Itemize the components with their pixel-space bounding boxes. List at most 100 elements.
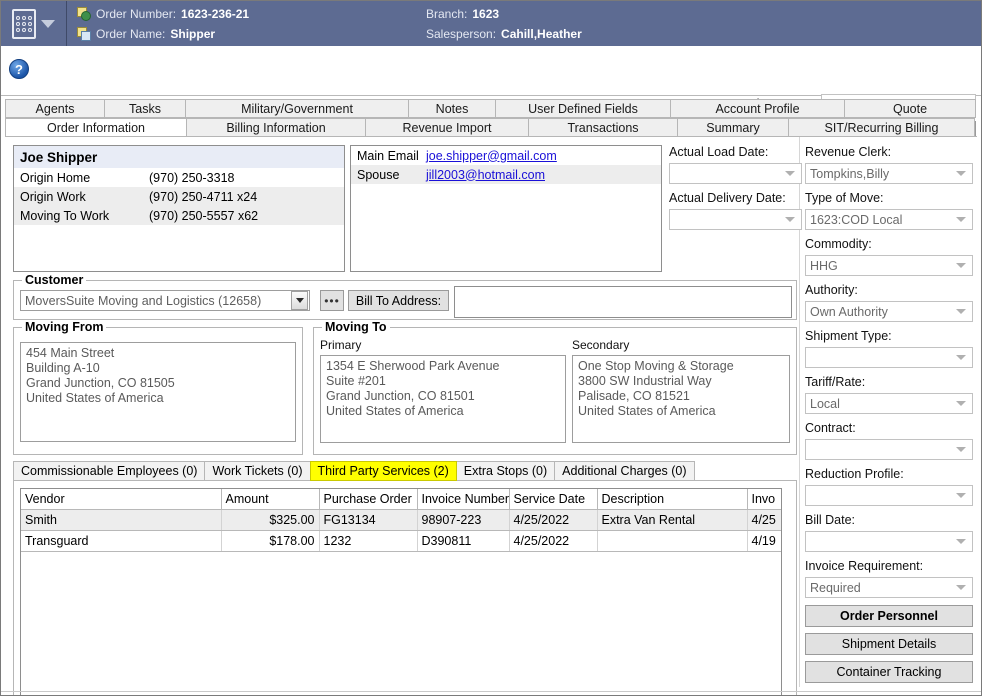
commodity-value: HHG — [810, 259, 838, 273]
third-party-services-grid: Vendor Amount Purchase Order Invoice Num… — [20, 488, 782, 696]
tariff-rate-select[interactable]: Local — [805, 393, 973, 414]
column-header-description[interactable]: Description — [597, 489, 747, 509]
tab-revenue-import[interactable]: Revenue Import — [365, 118, 529, 137]
actual-load-date-input[interactable] — [669, 163, 802, 184]
tab-summary[interactable]: Summary — [677, 118, 789, 137]
tab-user-defined-fields[interactable]: User Defined Fields — [495, 99, 671, 118]
order-number-label: Order Number: — [96, 7, 176, 21]
tab-additional-charges[interactable]: Additional Charges (0) — [554, 461, 694, 481]
tab-commissionable-employees[interactable]: Commissionable Employees (0) — [13, 461, 205, 481]
tab-billing-information[interactable]: Billing Information — [186, 118, 366, 137]
invoice-requirement-select[interactable]: Required — [805, 577, 973, 598]
phone-row: Origin Home (970) 250-3318 — [14, 168, 344, 187]
shipment-details-button[interactable]: Shipment Details — [805, 633, 973, 655]
tab-transactions[interactable]: Transactions — [528, 118, 678, 137]
commodity-select[interactable]: HHG — [805, 255, 973, 276]
moving-from-address[interactable]: 454 Main Street Building A-10 Grand Junc… — [20, 342, 296, 442]
authority-select[interactable]: Own Authority — [805, 301, 973, 322]
order-personnel-button[interactable]: Order Personnel — [805, 605, 973, 627]
order-identity: Order Number: 1623-236-21 Order Name: Sh… — [67, 1, 249, 46]
reduction-profile-select[interactable] — [805, 485, 973, 506]
bill-date-input[interactable] — [805, 531, 973, 552]
contract-label: Contract: — [805, 421, 973, 437]
shipment-type-select[interactable] — [805, 347, 973, 368]
tab-military-government[interactable]: Military/Government — [185, 99, 409, 118]
bill-to-address-button[interactable]: Bill To Address: — [348, 290, 449, 311]
phone-value: (970) 250-4711 x24 — [149, 190, 344, 204]
commodity-label: Commodity: — [805, 237, 973, 253]
chevron-down-icon — [956, 401, 966, 406]
tab-work-tickets[interactable]: Work Tickets (0) — [204, 461, 310, 481]
salesperson-value: Cahill,Heather — [501, 27, 582, 41]
bill-to-address-field[interactable] — [454, 286, 792, 318]
chevron-down-icon — [956, 309, 966, 314]
branch-label: Branch: — [426, 7, 467, 21]
detail-tab-strip: Commissionable Employees (0) Work Ticket… — [13, 461, 797, 481]
type-of-move-select[interactable]: 1623:COD Local — [805, 209, 973, 230]
app-menu[interactable] — [1, 1, 67, 46]
contract-select[interactable] — [805, 439, 973, 460]
email-value[interactable]: jill2003@hotmail.com — [426, 168, 545, 182]
table-row[interactable]: Smith $325.00 FG13134 98907-223 4/25/202… — [21, 509, 782, 530]
tab-sit-recurring-billing[interactable]: SIT/Recurring Billing — [788, 118, 975, 137]
revenue-clerk-select[interactable]: Tompkins,Billy — [805, 163, 973, 184]
container-tracking-button[interactable]: Container Tracking — [805, 661, 973, 683]
column-header-invoice-number[interactable]: Invoice Number — [417, 489, 509, 509]
column-header-purchase-order[interactable]: Purchase Order — [319, 489, 417, 509]
tab-tasks[interactable]: Tasks — [104, 99, 186, 118]
order-information-panel: Joe Shipper Origin Home (970) 250-3318 O… — [5, 137, 977, 693]
tab-account-profile[interactable]: Account Profile — [670, 99, 845, 118]
cell-invoice-date: 4/19 — [747, 530, 782, 551]
phone-row: Origin Work (970) 250-4711 x24 — [14, 187, 344, 206]
cell-amount: $178.00 — [221, 530, 319, 551]
help-icon[interactable]: ? — [9, 59, 29, 79]
order-name-icon — [77, 27, 91, 41]
actual-load-date-label: Actual Load Date: — [669, 145, 802, 161]
customer-select[interactable]: MoversSuite Moving and Logistics (12658) — [20, 290, 310, 311]
cell-vendor: Smith — [21, 509, 221, 530]
authority-label: Authority: — [805, 283, 973, 299]
email-value[interactable]: joe.shipper@gmail.com — [426, 149, 557, 163]
email-link[interactable]: joe.shipper@gmail.com — [426, 149, 557, 163]
reduction-profile-label: Reduction Profile: — [805, 467, 973, 483]
revenue-clerk-label: Revenue Clerk: — [805, 145, 973, 161]
toolbar: ? Find order... Find Refresh Edit Save C… — [1, 46, 981, 96]
title-bar: Order Number: 1623-236-21 Order Name: Sh… — [1, 1, 981, 46]
cell-service-date: 4/25/2022 — [509, 530, 597, 551]
customer-value: MoversSuite Moving and Logistics (12658) — [25, 294, 261, 308]
moving-to-secondary-address[interactable]: One Stop Moving & Storage 3800 SW Indust… — [572, 355, 790, 443]
tab-order-information[interactable]: Order Information — [5, 118, 187, 137]
tab-extra-stops[interactable]: Extra Stops (0) — [456, 461, 555, 481]
chevron-down-icon — [956, 263, 966, 268]
customer-dropdown-icon[interactable] — [291, 291, 308, 310]
services-table: Vendor Amount Purchase Order Invoice Num… — [21, 489, 782, 552]
actual-delivery-date-input[interactable] — [669, 209, 802, 230]
table-row[interactable]: Transguard $178.00 1232 D390811 4/25/202… — [21, 530, 782, 551]
column-header-service-date[interactable]: Service Date — [509, 489, 597, 509]
tab-quote[interactable]: Quote — [844, 99, 976, 118]
column-header-invoice-date[interactable]: Invo — [747, 489, 782, 509]
tariff-rate-value: Local — [810, 397, 840, 411]
email-panel: Main Email joe.shipper@gmail.com Spouse … — [350, 145, 662, 272]
column-header-amount[interactable]: Amount — [221, 489, 319, 509]
email-link[interactable]: jill2003@hotmail.com — [426, 168, 545, 182]
cell-service-date: 4/25/2022 — [509, 509, 597, 530]
tab-strip-row-2: Order Information Billing Information Re… — [5, 118, 977, 137]
customer-group: Customer MoversSuite Moving and Logistic… — [13, 280, 797, 320]
tab-notes[interactable]: Notes — [408, 99, 496, 118]
moving-to-primary-address[interactable]: 1354 E Sherwood Park Avenue Suite #201 G… — [320, 355, 566, 443]
cell-amount: $325.00 — [221, 509, 319, 530]
third-party-services-panel: Vendor Amount Purchase Order Invoice Num… — [13, 480, 797, 696]
tab-third-party-services[interactable]: Third Party Services (2) — [310, 461, 457, 481]
order-number-icon — [77, 7, 91, 21]
column-header-vendor[interactable]: Vendor — [21, 489, 221, 509]
chevron-down-icon[interactable] — [41, 20, 55, 28]
email-row: Spouse jill2003@hotmail.com — [351, 165, 661, 184]
moving-from-group: Moving From 454 Main Street Building A-1… — [13, 327, 303, 455]
cell-invoice-number: D390811 — [417, 530, 509, 551]
customer-browse-button[interactable]: ••• — [320, 290, 344, 311]
branch-identity: Branch: 1623 Salesperson: Cahill,Heather — [426, 1, 582, 46]
cell-description — [597, 530, 747, 551]
email-label: Main Email — [351, 149, 426, 163]
tab-agents[interactable]: Agents — [5, 99, 105, 118]
